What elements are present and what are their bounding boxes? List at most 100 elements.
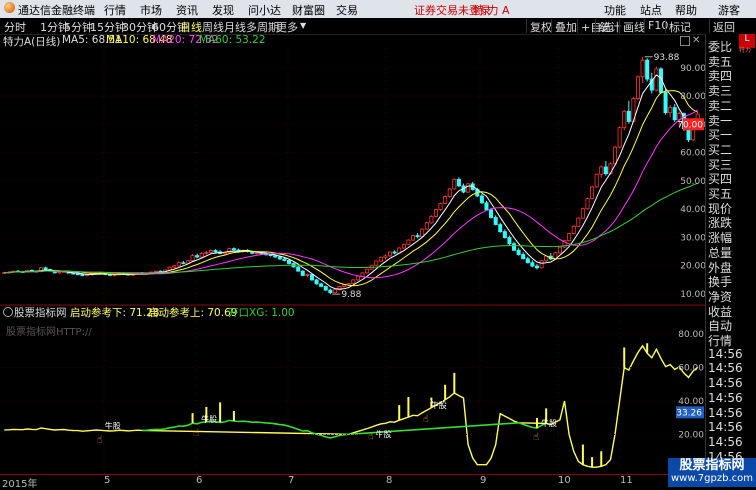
menu-item-quotes[interactable]: 行情 — [104, 2, 126, 18]
candle-body — [567, 233, 572, 242]
signal-bar — [581, 444, 584, 465]
candle-body — [640, 59, 645, 78]
candle-body — [438, 202, 443, 210]
candle-body — [195, 255, 200, 258]
date-label: 9 — [480, 475, 487, 486]
close-icon[interactable]: ✕ — [692, 35, 700, 46]
app-logo-icon — [4, 2, 15, 13]
candle-body — [213, 250, 218, 253]
candle-body — [603, 166, 608, 175]
candle-body — [204, 252, 209, 254]
price-chart[interactable]: 10.00 20.00 30.00 40.00 50.00 60.00 70.00 80.00… — [0, 48, 705, 474]
y-tick-label: 40.00 — [678, 397, 704, 407]
candle-body — [654, 68, 659, 91]
period-tab-monthly[interactable]: 月线 — [224, 19, 246, 35]
candle-body — [296, 266, 301, 272]
candle-body — [319, 283, 324, 287]
quote-row-label: 14:56 — [708, 376, 743, 391]
candle-body — [576, 217, 581, 227]
user-label[interactable]: 游客 — [718, 2, 740, 18]
mark-button[interactable]: 标记 — [665, 19, 694, 34]
candle-body — [332, 289, 337, 294]
signal-bar — [623, 347, 626, 368]
stock-badge-sub: 特力 — [739, 47, 752, 54]
chevron-down-icon[interactable]: ▼ — [300, 21, 306, 30]
candle-body — [571, 225, 576, 234]
indicator-header: 股票指标网 启动参考下: 71.28 启动参考上: 70.69 开口XG: 1.… — [0, 305, 705, 319]
xg-value: 开口XG: 1.00 — [228, 307, 295, 319]
signal-bar — [444, 384, 447, 400]
signal-bar — [398, 405, 401, 421]
quote-row-label: 14:56 — [708, 346, 743, 361]
y-tick-label: 80.00 — [680, 92, 705, 102]
date-label: 6 — [196, 475, 203, 486]
y-tick-label: 20.00 — [678, 431, 704, 441]
overlay-button[interactable]: 叠加 — [551, 19, 580, 34]
candle-body — [208, 250, 213, 253]
candle-body — [484, 202, 489, 211]
date-label: 2015年 — [2, 479, 38, 490]
candle-body — [309, 274, 314, 281]
candle-body — [75, 273, 80, 276]
back-button[interactable]: 返回 — [709, 19, 738, 34]
menu-item-ask[interactable]: 问小达 — [248, 2, 281, 18]
period-tab-weekly[interactable]: 周线 — [202, 19, 224, 35]
period-tab-5min[interactable]: 5分钟 — [64, 19, 93, 35]
candle-body — [410, 235, 416, 241]
menu-help[interactable]: 帮助 — [675, 2, 697, 18]
candle-body — [433, 209, 438, 217]
menu-item-news[interactable]: 资讯 — [176, 2, 198, 18]
signal-bar — [453, 372, 456, 394]
menu-function[interactable]: 功能 — [604, 2, 626, 18]
candle-body — [585, 198, 590, 210]
y-tick-label: 20.00 — [680, 262, 705, 272]
signal-bar — [600, 451, 603, 467]
menu-item-discover[interactable]: 发现 — [212, 2, 234, 18]
indicator-name: 股票指标网 — [14, 307, 67, 319]
ma60-value: MA60: 53.22 — [199, 34, 266, 46]
period-tab-15min[interactable]: 15分钟 — [90, 19, 126, 35]
signal-label: 牛股 — [541, 418, 557, 428]
hand-pointer-icon: ☝ — [533, 432, 539, 443]
candle-body — [590, 186, 595, 199]
candle-body — [613, 146, 618, 165]
stock-name: 特 力 A — [473, 4, 510, 17]
candle-body — [424, 222, 429, 230]
period-tab-multi[interactable]: 多周期 — [246, 19, 279, 35]
candle-body — [181, 262, 186, 264]
up-ref-value: 启动参考上: 70.69 — [148, 307, 238, 319]
candle-body — [254, 252, 259, 255]
candle-body — [80, 273, 85, 277]
menu-item-market[interactable]: 市场 — [140, 2, 162, 18]
annotation-label: 93.88 — [654, 53, 680, 63]
date-label: 11 — [620, 475, 633, 486]
candle-body — [530, 262, 535, 267]
menu-site[interactable]: 站点 — [640, 2, 662, 18]
candle-body — [466, 183, 471, 193]
candle-body — [374, 260, 379, 266]
candle-body — [305, 274, 310, 276]
candle-body — [594, 173, 599, 188]
signal-label: 牛股 — [105, 420, 121, 430]
expand-icon[interactable] — [680, 36, 690, 46]
candle-body — [686, 128, 691, 141]
quote-row-label: 14:56 — [708, 405, 743, 420]
signal-label: 牛股 — [201, 414, 217, 424]
period-tab-daily[interactable]: 日线 — [180, 19, 202, 35]
period-tab-more[interactable]: 更多 — [276, 19, 298, 35]
menu-item-wealth[interactable]: 财富圈 — [292, 2, 325, 18]
candle-body — [489, 209, 494, 218]
menu-item-trade[interactable]: 交易 — [336, 2, 358, 18]
hand-pointer-icon: ☝ — [368, 431, 374, 442]
candle-body — [383, 255, 388, 258]
candle-body — [190, 255, 195, 262]
indicator-price-tag-label: 33.26 — [676, 408, 702, 418]
indicator-watermark-text: 股票指标网HTTP:// — [6, 327, 92, 338]
period-tab-timeshare[interactable]: 分时 — [4, 19, 26, 35]
indicator-settings-icon[interactable] — [3, 307, 13, 317]
candle-body — [342, 284, 347, 287]
candle-body — [57, 271, 62, 274]
site-watermark: 股票指标网 www.7gpzb.com — [668, 458, 756, 487]
candle-body — [277, 256, 282, 260]
period-toolbar: 分时 1分钟 5分钟 15分钟 30分钟 60分钟 日线 周线 月线 多周期 更… — [0, 18, 756, 35]
